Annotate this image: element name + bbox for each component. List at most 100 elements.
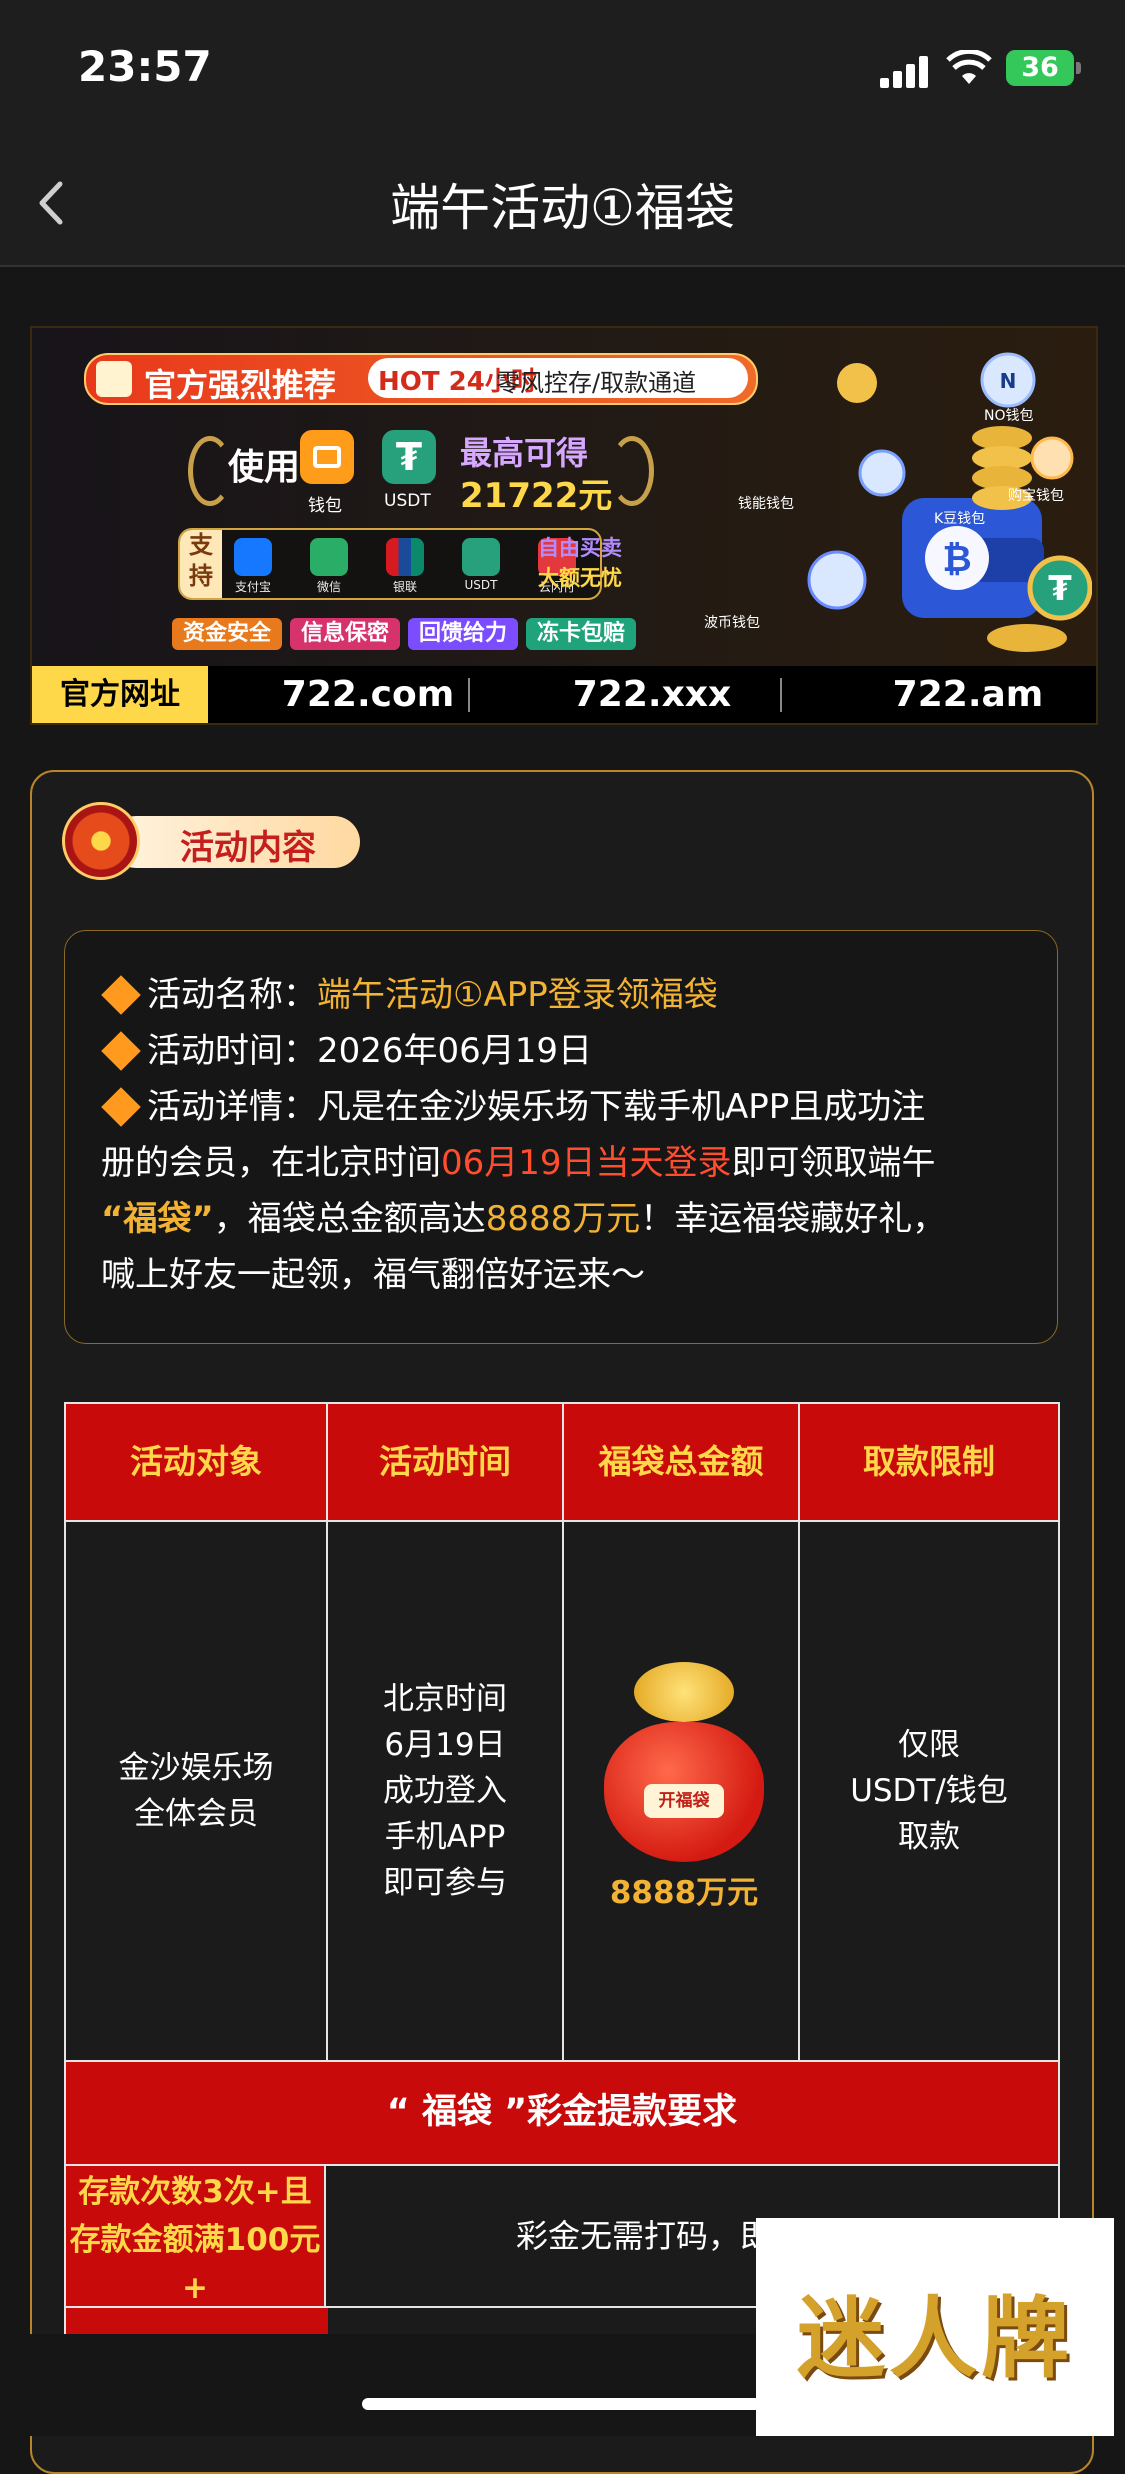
- gold-coins-icon: [634, 1662, 734, 1722]
- hot-badge: HOT 24小时 零风控存/取款通道: [368, 358, 748, 398]
- official-sites-bar: 官方网址 722.com 722.xxx 722.am: [32, 666, 1096, 723]
- detail-text: 即可领取端午: [731, 1143, 936, 1183]
- cell-text: 存款金额满100元: [69, 2222, 321, 2258]
- cell-text: USDT/钱包: [850, 1773, 1008, 1809]
- recommend-pill: 官方强烈推荐 HOT 24小时 零风控存/取款通道: [84, 353, 758, 405]
- wallet-name-label: 购宝钱包: [1008, 488, 1064, 504]
- home-indicator[interactable]: [362, 2398, 762, 2410]
- svg-text:N: N: [1000, 369, 1017, 393]
- withdraw-requirement-header: “ 福袋 ”彩金提款要求: [64, 2062, 1060, 2166]
- page-title: 端午活动①福袋: [390, 179, 735, 237]
- cell-text: 6月19日: [384, 1727, 506, 1763]
- cell-text: 存款次数3次+且: [78, 2174, 312, 2210]
- recommend-text: 官方强烈推荐: [144, 366, 337, 404]
- site-link-1[interactable]: 722.com: [238, 674, 498, 715]
- cell-text: 仅限: [898, 1727, 960, 1763]
- feature-tag: 回馈给力: [408, 618, 518, 650]
- signal-icon: [880, 56, 930, 88]
- wallet-name-label: 波币钱包: [704, 615, 760, 631]
- bag-amount: 8888万元: [609, 1875, 759, 1911]
- official-site-label: 官方网址: [32, 666, 208, 723]
- section-title: 活动内容: [180, 828, 316, 868]
- banner-art: 官方强烈推荐 HOT 24小时 零风控存/取款通道 使用 钱包 ₮ USDT 最…: [32, 328, 1096, 666]
- detail-highlight: 06月19日当天登录: [441, 1143, 732, 1183]
- table-header: 福袋总金额: [562, 1402, 800, 1522]
- payment-label: USDT: [464, 578, 498, 592]
- hot-rest-text: 零风控存/取款通道: [496, 369, 697, 397]
- battery-tip: [1076, 62, 1081, 74]
- support-text-2: 大额无忧: [538, 566, 622, 590]
- unionpay-icon: [386, 538, 424, 576]
- table-header: 活动对象: [64, 1402, 328, 1522]
- diamond-icon: [101, 1087, 141, 1127]
- section-badge: 活动内容: [62, 802, 362, 880]
- cell-text: 取款: [898, 1819, 960, 1855]
- watermark-logo: 迷人牌: [756, 2218, 1114, 2436]
- detail-highlight: 8888万元: [485, 1199, 641, 1239]
- site-link-3[interactable]: 722.am: [838, 674, 1096, 715]
- label-text: 活动时间：: [147, 1031, 317, 1071]
- divider: [780, 678, 782, 712]
- site-link-2[interactable]: 722.xxx: [522, 674, 782, 715]
- detail-text: 册的会员，在北京时间: [101, 1143, 441, 1183]
- payment-label: 微信: [316, 580, 341, 594]
- cell-text: 北京时间: [383, 1681, 507, 1717]
- table-cell-target: 金沙娱乐场 全体会员: [64, 1522, 328, 2062]
- detail-text: ！幸运福袋藏好礼，: [640, 1199, 947, 1239]
- open-bag-tag: 开福袋: [644, 1784, 724, 1818]
- wechat-icon: [310, 538, 348, 576]
- battery-icon: 36: [1006, 50, 1074, 86]
- feature-tag: 资金安全: [172, 618, 282, 650]
- feature-tag: 冻卡包赔: [526, 618, 636, 650]
- feature-tag: 信息保密: [290, 618, 400, 650]
- divider: [468, 678, 470, 712]
- lucky-bag-icon[interactable]: 开福袋 8888万元: [596, 1662, 772, 1911]
- activity-detail-line-1: 活动详情：凡是在金沙娱乐场下载手机APP且成功注: [101, 1079, 925, 1135]
- status-bar: 23:57 36: [0, 0, 1125, 140]
- usdt-icon: ₮: [382, 430, 436, 484]
- detail-highlight: “福袋”: [101, 1199, 214, 1239]
- activity-detail-line-4: 喊上好友一起领，福气翻倍好运来～: [101, 1247, 645, 1303]
- cell-text: 即可参与: [383, 1865, 507, 1901]
- thumbs-up-icon: [96, 361, 132, 397]
- wallet-name-label: K豆钱包: [934, 511, 986, 527]
- usdt-small-icon: [462, 538, 500, 576]
- detail-text: 凡是在金沙娱乐场下载手机APP且成功注: [317, 1087, 926, 1127]
- table-header: 活动时间: [326, 1402, 564, 1522]
- home-area: [0, 2334, 756, 2436]
- alipay-icon: [234, 538, 272, 576]
- label-text: 活动详情：: [147, 1087, 317, 1127]
- badge-pill: 活动内容: [110, 816, 360, 868]
- activity-detail-line-3: “福袋”，福袋总金额高达8888万元！幸运福袋藏好礼，: [101, 1191, 946, 1247]
- requirement-condition: 存款次数3次+且 存款金额满100元 +: [64, 2166, 326, 2308]
- payment-label: 支付宝: [234, 580, 271, 594]
- usdt-label: USDT: [384, 491, 431, 511]
- label-text: 活动名称：: [147, 975, 317, 1015]
- wallet-name-label: NO钱包: [984, 408, 1034, 424]
- activity-time-line: 活动时间：2026年06月19日: [101, 1023, 592, 1079]
- svg-text:₮: ₮: [1048, 569, 1072, 609]
- activity-name-value: 端午活动①APP登录领福袋: [317, 975, 718, 1015]
- table-cell-amount: 开福袋 8888万元: [562, 1522, 800, 2062]
- use-label: 使用: [228, 447, 301, 488]
- laurel-right-icon: [610, 436, 654, 506]
- wifi-icon: [946, 50, 992, 84]
- watermark-text: 迷人牌: [796, 2287, 1073, 2390]
- diamond-icon: [101, 1031, 141, 1071]
- payment-label: 银联: [392, 580, 417, 594]
- activity-name-line: 活动名称：端午活动①APP登录领福袋: [101, 967, 718, 1023]
- cell-text: 手机APP: [384, 1819, 506, 1855]
- max-value: 21722元: [460, 476, 613, 516]
- activity-info-box: 活动名称：端午活动①APP登录领福袋 活动时间：2026年06月19日 活动详情…: [64, 930, 1058, 1344]
- diamond-icon: [101, 975, 141, 1015]
- promo-banner[interactable]: 官方强烈推荐 HOT 24小时 零风控存/取款通道 使用 钱包 ₮ USDT 最…: [30, 326, 1098, 725]
- cell-text: 成功登入: [383, 1773, 507, 1809]
- detail-text: ，福袋总金额高达: [213, 1199, 486, 1239]
- status-time: 23:57: [78, 42, 212, 91]
- hot-word: HOT: [378, 367, 440, 397]
- cell-text: 全体会员: [134, 1796, 258, 1832]
- activity-time-value: 2026年06月19日: [317, 1031, 593, 1071]
- sun-emblem-icon: [62, 802, 140, 880]
- table-header: 取款限制: [798, 1402, 1060, 1522]
- wallet-label: 钱包: [308, 496, 342, 516]
